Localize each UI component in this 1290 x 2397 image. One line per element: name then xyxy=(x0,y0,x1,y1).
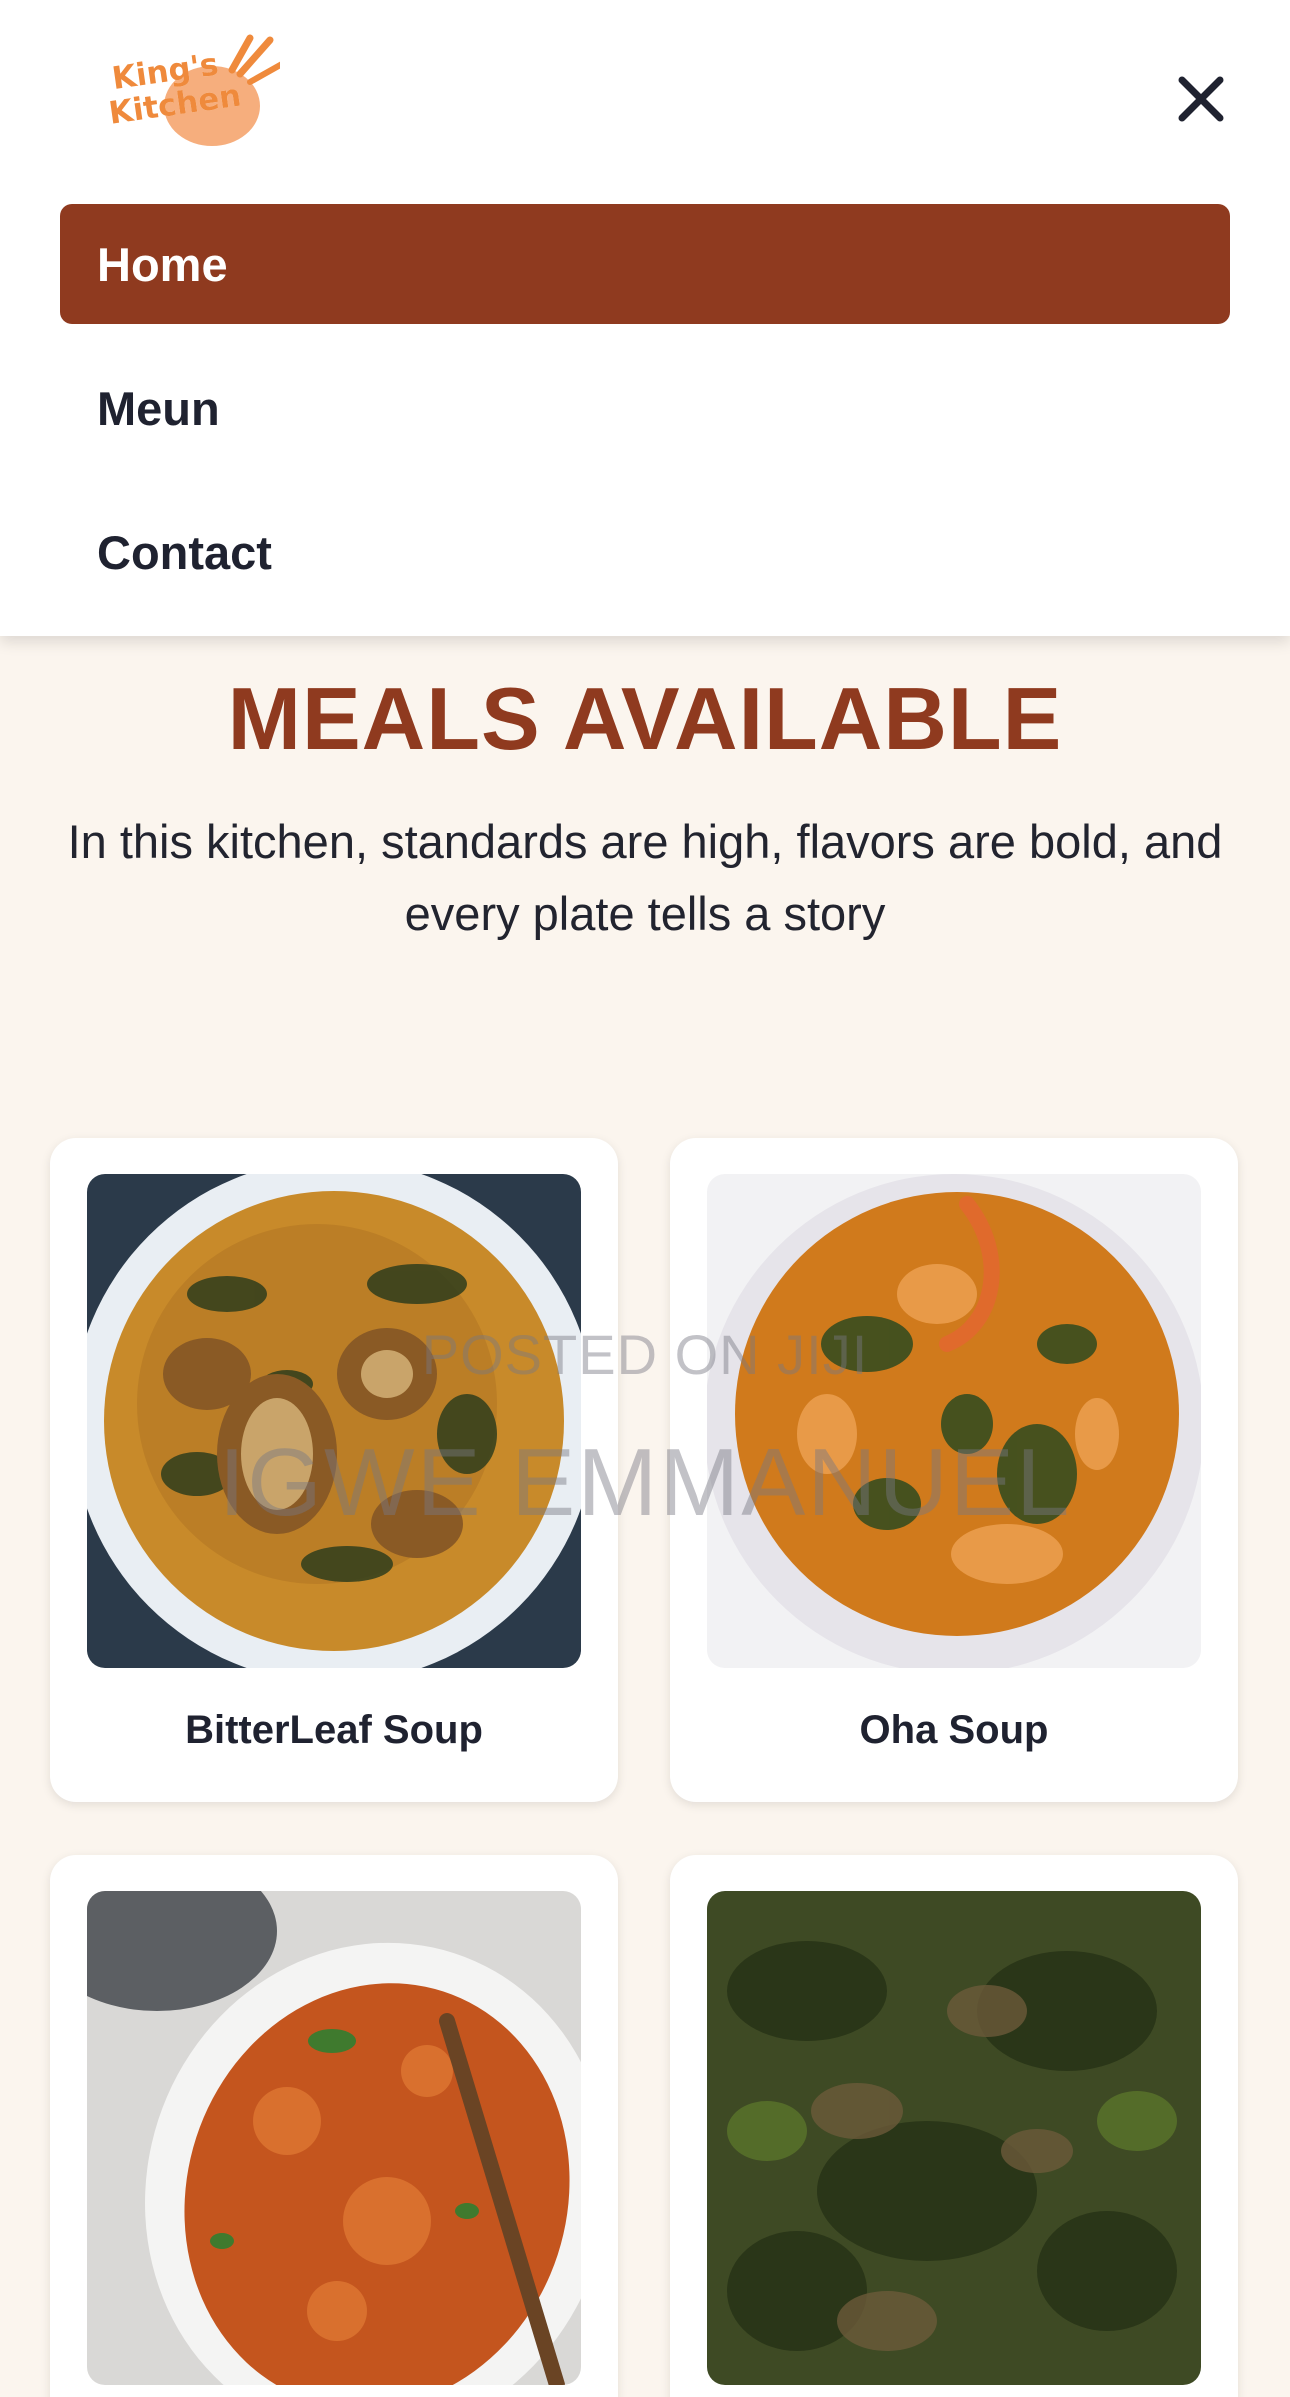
meal-card-jollof-rice[interactable] xyxy=(50,1855,618,2397)
mobile-menu-panel: King's Kitchen Home Meun Contact xyxy=(0,0,1290,636)
nav-item-home[interactable]: Home xyxy=(60,204,1230,324)
meal-name: BitterLeaf Soup xyxy=(185,1708,483,1752)
meal-image-jollof-rice xyxy=(87,1891,581,2385)
nav-item-menu[interactable]: Meun xyxy=(60,348,1230,468)
close-icon xyxy=(1178,76,1224,122)
nav-item-label: Contact xyxy=(97,525,272,579)
meal-card-bitterleaf-soup[interactable]: BitterLeaf Soup xyxy=(50,1138,618,1802)
meal-image-bitterleaf-soup xyxy=(87,1174,581,1668)
section-title: MEALS AVAILABLE xyxy=(227,669,1063,768)
nav-item-label: Home xyxy=(97,237,228,291)
meal-name: Oha Soup xyxy=(859,1708,1049,1752)
close-menu-button[interactable] xyxy=(1170,68,1232,130)
meal-image-vegetable-soup xyxy=(707,1891,1201,2385)
kings-kitchen-logo[interactable]: King's Kitchen xyxy=(100,30,280,155)
section-subtitle: In this kitchen, standards are high, fla… xyxy=(67,815,1223,940)
nav-item-label: Meun xyxy=(97,381,220,435)
meal-card-vegetable-soup[interactable] xyxy=(670,1855,1238,2397)
nav-item-contact[interactable]: Contact xyxy=(60,492,1230,612)
meal-image-oha-soup xyxy=(707,1174,1201,1668)
meal-card-oha-soup[interactable]: Oha Soup xyxy=(670,1138,1238,1802)
